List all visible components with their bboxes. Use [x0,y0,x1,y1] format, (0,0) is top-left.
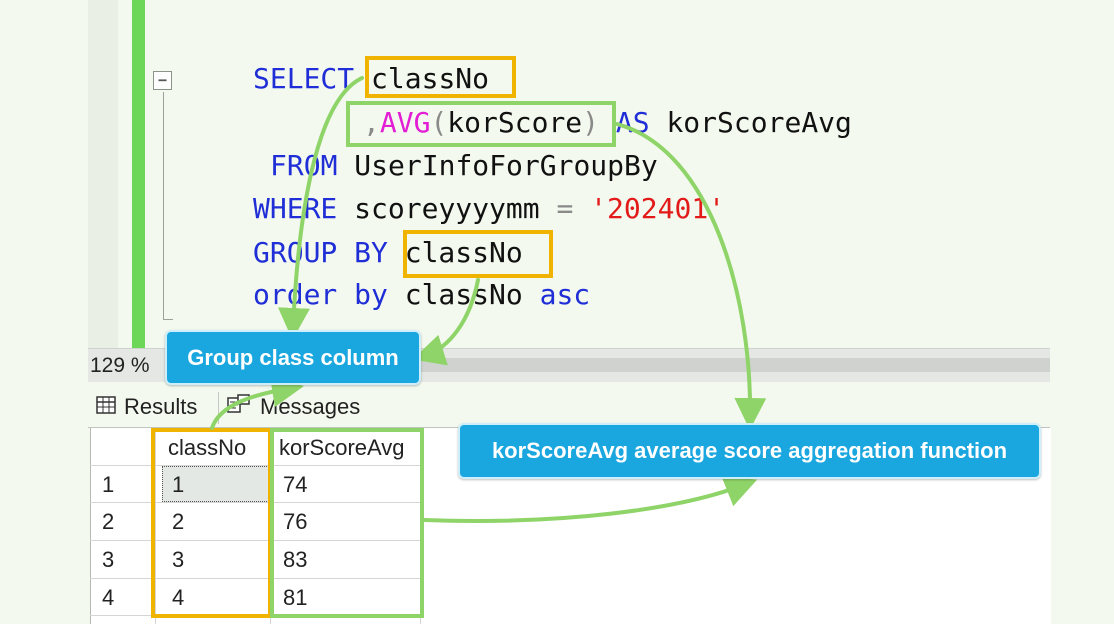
callout-group-class-column: Group class column [165,330,421,385]
callout-average-aggregation: korScoreAvg average score aggregation fu… [458,423,1041,479]
arrow-groupby-to-callout [412,278,480,366]
arrow-table-to-callout-group [210,375,304,430]
arrow-select-to-callout [277,76,364,340]
annotation-arrows [210,76,767,523]
ssms-query-window: − SELECT classNo ,AVG(korScore) AS korSc… [0,0,1114,624]
arrow-avg-to-callout [615,122,767,430]
arrow-table-to-callout-avg [422,476,758,523]
